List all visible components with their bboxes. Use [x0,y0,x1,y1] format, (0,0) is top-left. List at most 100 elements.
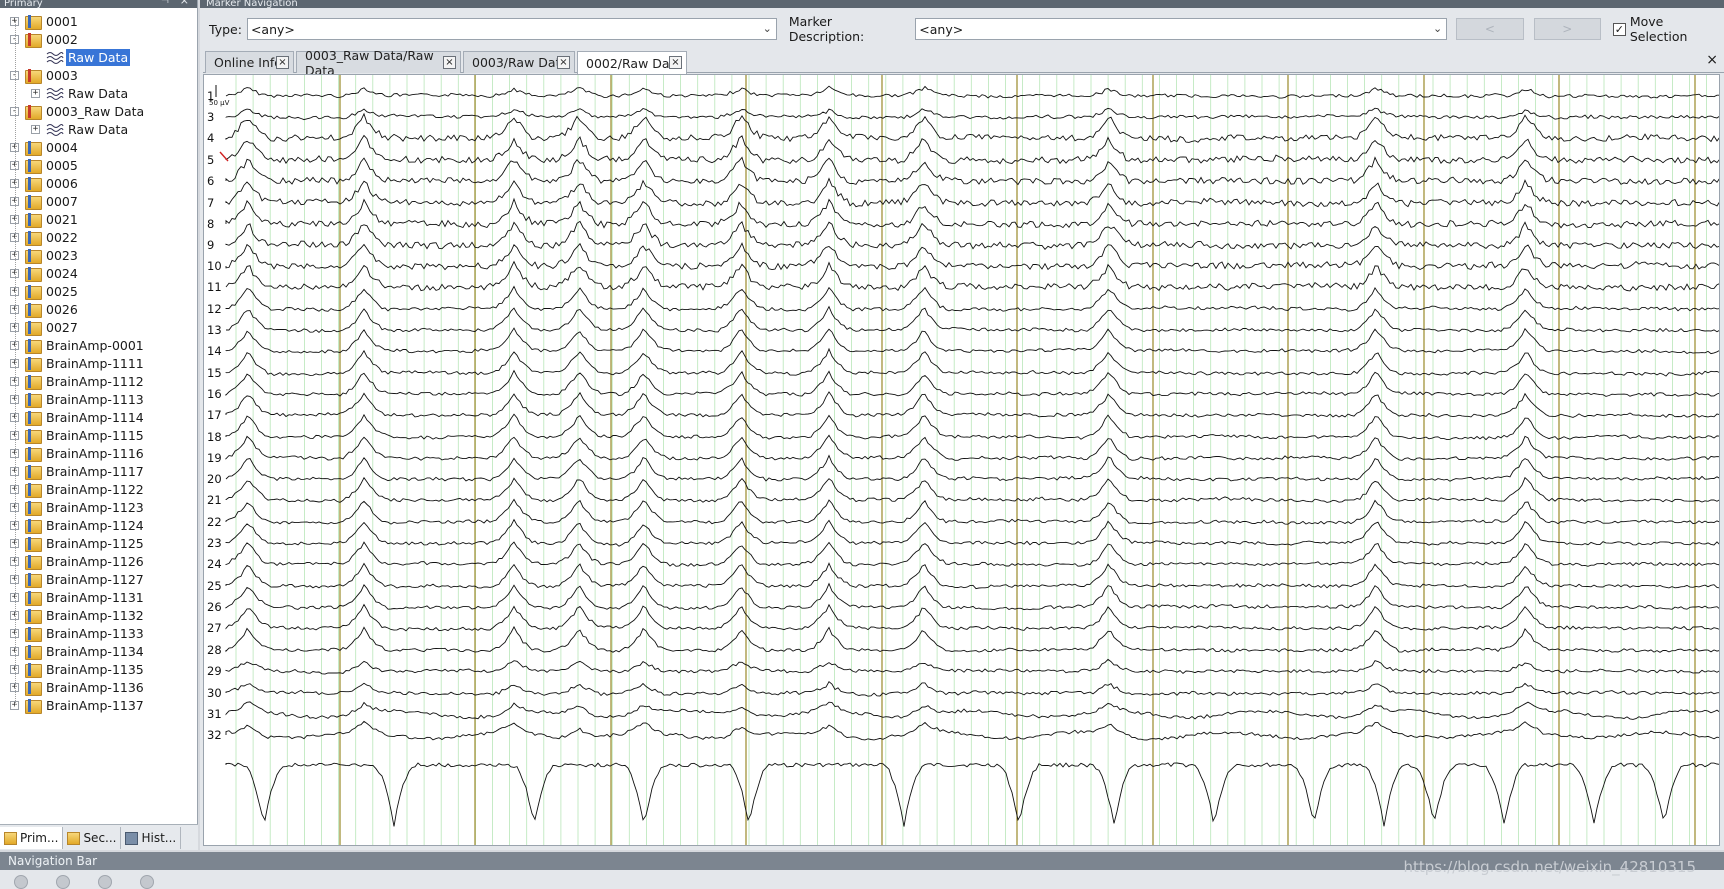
tree-item[interactable]: + BrainAmp-1132 [10,606,146,624]
tree-item[interactable]: +0004 [10,138,80,156]
close-icon[interactable]: × [180,0,189,6]
tree-item[interactable]: + BrainAmp-1112 [10,372,146,390]
channel-label: 9 [207,238,214,252]
pin-icon[interactable]: ⊣ [161,0,169,6]
folder-icon [25,662,42,678]
tree-item[interactable]: +0025 [10,282,80,300]
document-tab[interactable]: Online Info × [205,51,294,73]
channel-label: 18 [207,430,222,444]
folder-icon [25,32,42,48]
tree-item-label: BrainAmp-1111 [46,355,144,371]
channel-label: 17 [207,408,222,422]
document-tab-label: Online Info [214,55,282,70]
document-tab[interactable]: 0003/Raw Data × [463,51,575,73]
tree-item[interactable]: + Raw Data [31,84,130,102]
document-tab-label: 0003/Raw Data [472,55,569,70]
eeg-trace [225,391,1719,418]
tree-item[interactable]: + BrainAmp-1117 [10,462,146,480]
channel-label: 15 [207,366,222,380]
folder-icon [25,104,42,120]
tree-item[interactable]: +0021 [10,210,80,228]
channel-marker [219,151,229,162]
close-tab-icon[interactable]: × [276,56,289,69]
tree-item-label: 0026 [46,301,78,317]
tree-item[interactable]: + BrainAmp-1113 [10,390,146,408]
tree-item-label: BrainAmp-1115 [46,427,144,443]
left-panel-tab[interactable]: Prim... [0,827,64,849]
tree-item[interactable]: -0003 [10,66,80,84]
tree-item-label: BrainAmp-1112 [46,373,144,389]
previous-marker-button[interactable]: < [1456,18,1524,40]
type-select-value: <any> [250,21,295,37]
tree-item[interactable]: -0002 [10,30,80,48]
marker-filter-bar: Type: <any> ⌄ Marker Description: <any> … [200,14,1724,44]
marker-description-select[interactable]: <any> ⌄ [915,18,1448,40]
tree-item[interactable]: Raw Data [31,48,131,66]
nav-button-4[interactable] [140,875,154,889]
tree-item[interactable]: +0023 [10,246,80,264]
nav-button-2[interactable] [56,875,70,889]
tree-item-label: BrainAmp-1116 [46,445,144,461]
next-marker-button[interactable]: > [1533,18,1601,40]
computer-icon [125,831,139,845]
tree-item[interactable]: + BrainAmp-1123 [10,498,146,516]
expand-icon[interactable]: + [31,124,40,134]
tree-item[interactable]: + BrainAmp-1116 [10,444,146,462]
tree-item[interactable]: + BrainAmp-1134 [10,642,146,660]
move-selection-checkbox[interactable]: ✓ [1612,22,1626,36]
tree-item[interactable]: + BrainAmp-1135 [10,660,146,678]
tree-item[interactable]: +0005 [10,156,80,174]
left-panel-tab-label: Prim... [20,831,59,845]
channel-label: 6 [207,174,214,188]
tree-item[interactable]: + BrainAmp-1114 [10,408,146,426]
nav-button-1[interactable] [14,875,28,889]
tree-item[interactable]: +0022 [10,228,80,246]
tree-item[interactable]: + BrainAmp-1111 [10,354,146,372]
tree-item[interactable]: +0027 [10,318,80,336]
tree-item-label: 0022 [46,229,78,245]
close-document-icon[interactable]: × [1706,52,1718,68]
tree-item[interactable]: + BrainAmp-1125 [10,534,146,552]
folder-icon [25,212,42,228]
folder-icon [25,608,42,624]
expand-icon[interactable]: + [31,88,40,98]
tree-item[interactable]: +0001 [10,12,80,30]
tree-item[interactable]: + BrainAmp-1131 [10,588,146,606]
left-panel-tab[interactable]: Hist... [121,827,182,849]
tree-item[interactable]: +0006 [10,174,80,192]
folder-icon [25,446,42,462]
close-tab-icon[interactable]: × [669,56,682,69]
close-tab-icon[interactable]: × [557,56,570,69]
chevron-down-icon[interactable]: ⌄ [763,22,772,35]
folder-icon [25,356,42,372]
document-tab[interactable]: 0002/Raw Data × [577,51,687,74]
tree-item-label: BrainAmp-0001 [46,337,144,353]
folder-icon [25,554,42,570]
document-tab[interactable]: 0003_Raw Data/Raw Data × [296,48,461,78]
tree-item[interactable]: -0003_Raw Data [10,102,146,120]
tree-item[interactable]: + BrainAmp-1127 [10,570,146,588]
tree-item[interactable]: +0026 [10,300,80,318]
eeg-trace [225,701,1719,720]
nav-button-3[interactable] [98,875,112,889]
tree-item[interactable]: + BrainAmp-1124 [10,516,146,534]
eeg-trace [225,134,1719,165]
tree-item[interactable]: + BrainAmp-0001 [10,336,146,354]
tree-item-label: BrainAmp-1123 [46,499,144,515]
tree-item[interactable]: +0024 [10,264,80,282]
type-select[interactable]: <any> ⌄ [246,18,777,40]
tree-item[interactable]: + BrainAmp-1137 [10,696,146,714]
channel-label: 23 [207,536,222,550]
close-tab-icon[interactable]: × [443,56,456,69]
channel-label: 20 [207,472,222,486]
left-panel-tab[interactable]: Sec... [63,827,122,849]
tree-item[interactable]: + BrainAmp-1122 [10,480,146,498]
eeg-view[interactable]: 50 µV 1 3 4 5 6 7 8 9 10 11 12 13 14 15 16 17 18 19 20 21 22 2… [203,74,1720,846]
tree-item[interactable]: + BrainAmp-1126 [10,552,146,570]
tree-item[interactable]: + BrainAmp-1115 [10,426,146,444]
tree-item[interactable]: + BrainAmp-1136 [10,678,146,696]
tree-item[interactable]: + Raw Data [31,120,130,138]
chevron-down-icon[interactable]: ⌄ [1433,22,1442,35]
tree-item[interactable]: + BrainAmp-1133 [10,624,146,642]
tree-item[interactable]: +0007 [10,192,80,210]
